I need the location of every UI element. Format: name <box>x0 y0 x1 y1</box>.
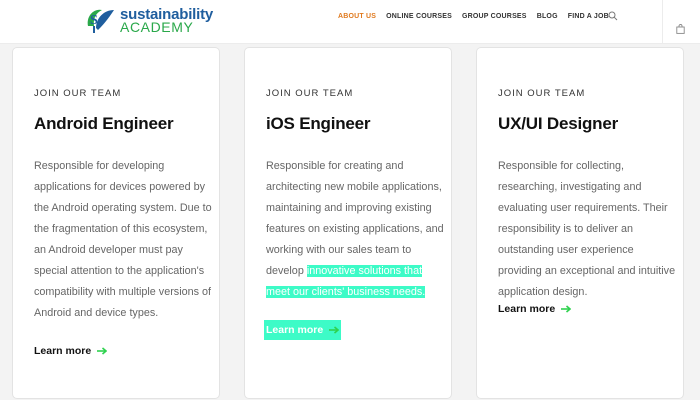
card-description: Responsible for developing applications … <box>34 160 212 319</box>
card-eyebrow: JOIN OUR TEAM <box>266 88 354 99</box>
logo-mark-icon: S <box>87 9 114 33</box>
nav-about-us[interactable]: ABOUT US <box>338 12 376 24</box>
search-icon[interactable] <box>608 11 618 21</box>
nav-group-courses[interactable]: GROUP COURSES <box>462 12 527 24</box>
arrow-right-icon <box>97 347 108 355</box>
card-eyebrow: JOIN OUR TEAM <box>498 88 586 99</box>
card-description-text: Responsible for creating and architectin… <box>266 160 444 277</box>
arrow-right-icon <box>561 305 572 313</box>
card-eyebrow: JOIN OUR TEAM <box>34 88 122 99</box>
learn-more-link[interactable]: Learn more <box>264 320 342 340</box>
job-card-ios: JOIN OUR TEAM iOS Engineer Responsible f… <box>244 47 452 399</box>
card-title: UX/UI Designer <box>498 114 619 133</box>
nav-blog[interactable]: BLOG <box>537 12 558 24</box>
learn-more-label: Learn more <box>34 345 92 357</box>
card-title: iOS Engineer <box>266 114 371 133</box>
logo-text-bottom: ACADEMY <box>120 19 194 35</box>
job-card-ux-ui: JOIN OUR TEAM UX/UI Designer Responsible… <box>476 47 684 399</box>
card-description: Responsible for creating and architectin… <box>266 156 444 303</box>
main-nav: ABOUT US ONLINE COURSES GROUP COURSES BL… <box>338 12 619 24</box>
learn-more-link[interactable]: Learn more <box>498 301 572 317</box>
card-description: Responsible for collecting, researching,… <box>498 160 676 298</box>
arrow-right-icon <box>329 326 340 334</box>
job-card-android: JOIN OUR TEAM Android Engineer Responsib… <box>12 47 220 399</box>
learn-more-label: Learn more <box>498 303 556 315</box>
learn-more-label: Learn more <box>266 324 324 336</box>
svg-text:S: S <box>90 13 98 28</box>
learn-more-link[interactable]: Learn more <box>34 343 108 359</box>
nav-online-courses[interactable]: ONLINE COURSES <box>386 12 452 24</box>
header-divider <box>662 0 663 44</box>
nav-find-a-job[interactable]: FIND A JOB <box>568 12 609 24</box>
site-logo[interactable]: S sustainability ACADEMY <box>84 4 224 34</box>
site-header: S sustainability ACADEMY ABOUT US ONLINE… <box>0 0 700 44</box>
card-title: Android Engineer <box>34 114 174 133</box>
shopping-bag-icon[interactable] <box>676 24 685 34</box>
